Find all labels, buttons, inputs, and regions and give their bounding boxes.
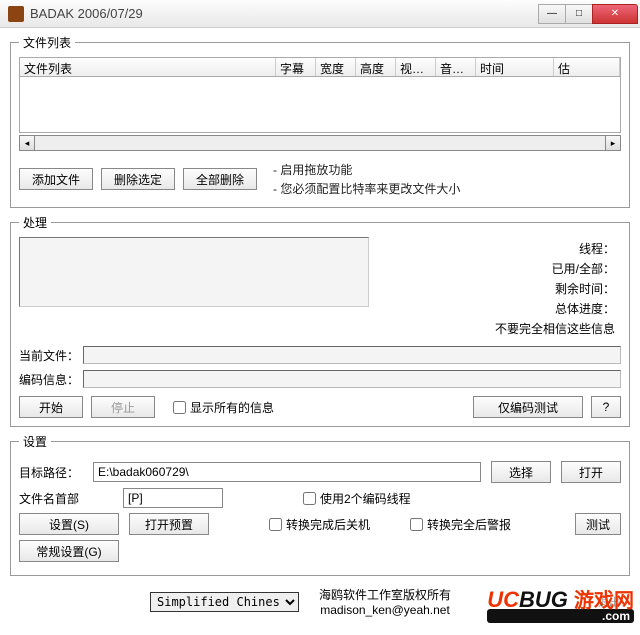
- used-all-label: 已用/全部：: [387, 260, 621, 277]
- col-height[interactable]: 高度: [356, 58, 396, 76]
- encode-test-button[interactable]: 仅编码测试: [473, 396, 583, 418]
- settings-button[interactable]: 设置(S): [19, 513, 119, 535]
- test-button[interactable]: 测试: [575, 513, 621, 535]
- add-file-button[interactable]: 添加文件: [19, 168, 93, 190]
- encode-info-label: 编码信息：: [19, 371, 83, 388]
- window-title: BADAK 2006/07/29: [30, 6, 539, 21]
- settings-legend: 设置: [19, 433, 51, 450]
- language-select[interactable]: Simplified Chines: [150, 592, 299, 612]
- two-threads-input[interactable]: [303, 492, 316, 505]
- threads-label: 线程：: [387, 240, 621, 257]
- col-estimate[interactable]: 估: [554, 58, 620, 76]
- shutdown-checkbox[interactable]: 转换完成后关机: [269, 516, 370, 533]
- select-button[interactable]: 选择: [491, 461, 551, 483]
- encode-info-value: [83, 370, 621, 388]
- col-width[interactable]: 宽度: [316, 58, 356, 76]
- help-button[interactable]: ?: [591, 396, 621, 418]
- show-all-input[interactable]: [173, 401, 186, 414]
- overall-label: 总体进度：: [387, 300, 621, 317]
- two-threads-checkbox[interactable]: 使用2个编码线程: [303, 490, 411, 507]
- close-button[interactable]: ✕: [592, 4, 638, 24]
- process-log-box: [19, 237, 369, 307]
- target-path-input[interactable]: [93, 462, 481, 482]
- start-button[interactable]: 开始: [19, 396, 83, 418]
- prefix-label: 文件名首部: [19, 490, 83, 507]
- credit-line1: 海鸥软件工作室版权所有: [319, 586, 451, 603]
- remain-label: 剩余时间：: [387, 280, 621, 297]
- scroll-left-icon[interactable]: ◂: [19, 135, 35, 151]
- shutdown-input[interactable]: [269, 518, 282, 531]
- general-settings-button[interactable]: 常规设置(G): [19, 540, 119, 562]
- trust-warning: 不要完全相信这些信息: [387, 320, 621, 337]
- col-audio[interactable]: 音…: [436, 58, 476, 76]
- alert-checkbox[interactable]: 转换完全后警报: [410, 516, 511, 533]
- filelist-body[interactable]: [19, 77, 621, 133]
- col-time[interactable]: 时间: [476, 58, 554, 76]
- stop-button[interactable]: 停止: [91, 396, 155, 418]
- current-file-value: [83, 346, 621, 364]
- hint-bitrate: - 您必须配置比特率来更改文件大小: [273, 180, 460, 197]
- current-file-label: 当前文件：: [19, 347, 83, 364]
- footer: Simplified Chines 海鸥软件工作室版权所有 madison_ke…: [10, 582, 630, 621]
- delete-all-button[interactable]: 全部删除: [183, 168, 257, 190]
- alert-input[interactable]: [410, 518, 423, 531]
- minimize-button[interactable]: —: [538, 4, 566, 24]
- target-path-label: 目标路径：: [19, 464, 83, 481]
- filelist-scrollbar[interactable]: ◂ ▸: [19, 135, 621, 151]
- filelist-group: 文件列表 文件列表 字幕 宽度 高度 视… 音… 时间 估 ◂ ▸ 添加文件 删…: [10, 34, 630, 208]
- app-icon: [8, 6, 24, 22]
- scroll-right-icon[interactable]: ▸: [605, 135, 621, 151]
- show-all-checkbox[interactable]: 显示所有的信息: [173, 399, 274, 416]
- hint-dragdrop: - 启用拖放功能: [273, 161, 460, 178]
- settings-group: 设置 目标路径： 选择 打开 文件名首部 使用2个编码线程 设置(S) 打开预置…: [10, 433, 630, 576]
- col-filelist[interactable]: 文件列表: [20, 58, 276, 76]
- filelist-legend: 文件列表: [19, 34, 75, 51]
- col-video[interactable]: 视…: [396, 58, 436, 76]
- open-preset-button[interactable]: 打开预置: [129, 513, 209, 535]
- scroll-track[interactable]: [35, 135, 605, 151]
- process-group: 处理 线程： 已用/全部： 剩余时间： 总体进度： 不要完全相信这些信息 当前文…: [10, 214, 630, 427]
- title-bar: BADAK 2006/07/29 — □ ✕: [0, 0, 640, 28]
- filelist-header: 文件列表 字幕 宽度 高度 视… 音… 时间 估: [19, 57, 621, 77]
- open-button[interactable]: 打开: [561, 461, 621, 483]
- maximize-button[interactable]: □: [565, 4, 593, 24]
- col-subtitle[interactable]: 字幕: [276, 58, 316, 76]
- delete-selected-button[interactable]: 删除选定: [101, 168, 175, 190]
- exit-label: 退出: [598, 594, 620, 610]
- prefix-input[interactable]: [123, 488, 223, 508]
- credit-line2: madison_ken@yeah.net: [319, 603, 451, 617]
- process-legend: 处理: [19, 214, 51, 231]
